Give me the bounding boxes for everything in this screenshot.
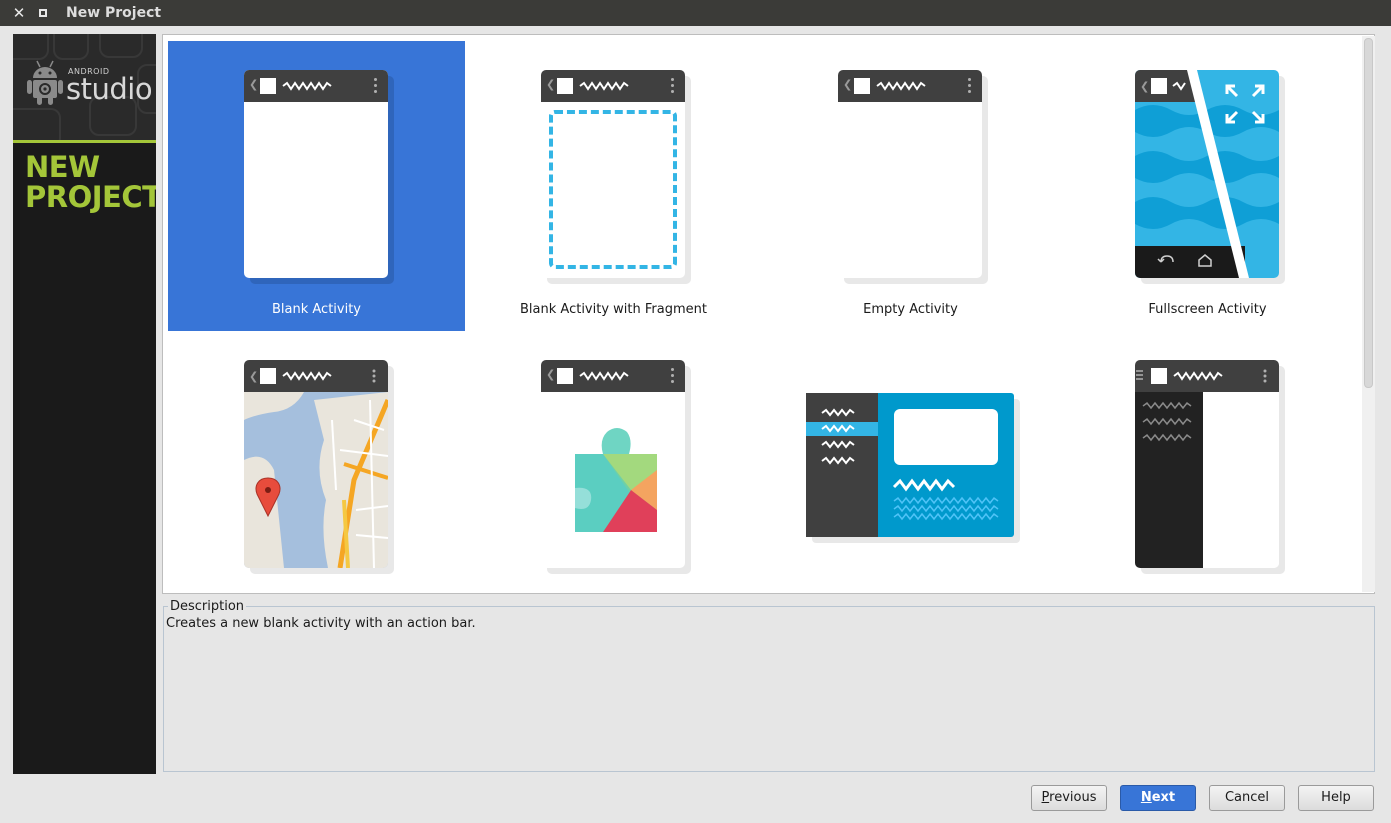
wizard-step-title-line2: PROJECT [25, 180, 156, 214]
back-chevron-icon: ❮ [249, 78, 259, 91]
template-thumbnail [1135, 360, 1285, 574]
map-illustration: ❮ [244, 360, 388, 568]
app-icon [854, 78, 870, 94]
template-thumbnail: ❮ [1135, 70, 1285, 284]
previous-mnemonic: P [1041, 790, 1050, 805]
phone-screen: ❮ [244, 360, 388, 568]
action-bar: ❮ [838, 70, 982, 102]
phone-screen: ❮ [838, 70, 982, 278]
template-tile-play-services[interactable]: ❮ [465, 331, 762, 593]
fullscreen-waves-illustration: ❮ [1135, 70, 1279, 278]
scrollbar-thumb[interactable] [1364, 38, 1373, 388]
template-label: Blank Activity with Fragment [520, 302, 707, 317]
banner-pattern [99, 34, 143, 58]
banner-pattern [13, 34, 49, 60]
phone-screen [1135, 360, 1279, 568]
action-bar: ❮ [244, 70, 388, 102]
window-titlebar: ✕ New Project [0, 0, 1391, 26]
gallery-scrollbar[interactable] [1362, 36, 1375, 592]
overflow-menu-icon [374, 78, 377, 94]
back-chevron-icon: ❮ [843, 78, 853, 91]
wizard-step-title-line1: NEW [25, 150, 100, 184]
template-thumbnail: ❮ [541, 70, 691, 284]
template-tile-fullscreen-activity[interactable]: ❮ Fullscreen Activity [1059, 41, 1356, 331]
template-thumbnail: ❮ [838, 70, 988, 284]
navigation-drawer-illustration [1135, 360, 1279, 568]
android-robot-icon [27, 60, 63, 105]
template-thumbnail: ❮ [244, 70, 394, 284]
svg-text:❮: ❮ [1140, 80, 1149, 93]
template-thumbnail: ❮ [541, 360, 691, 574]
previous-label: revious [1049, 790, 1097, 805]
cancel-button[interactable]: Cancel [1209, 785, 1285, 811]
banner-accent-line [13, 140, 156, 143]
next-label: ext [1151, 790, 1176, 805]
description-title: Description [168, 599, 247, 614]
template-tile-master-detail[interactable] [762, 331, 1059, 593]
close-icon[interactable]: ✕ [8, 2, 30, 24]
overflow-menu-icon [968, 78, 971, 94]
overflow-menu-icon [671, 78, 674, 94]
play-services-puzzle-icon [575, 428, 657, 532]
template-tile-navigation-drawer[interactable] [1059, 331, 1356, 593]
app-icon [260, 78, 276, 94]
template-tile-blank-activity-fragment[interactable]: ❮ Blank Activity with Fragment [465, 41, 762, 331]
next-button[interactable]: Next [1120, 785, 1196, 811]
description-panel: Description Creates a new blank activity… [163, 599, 1375, 772]
phone-screen: ❮ [1135, 70, 1279, 278]
maximize-icon[interactable] [32, 2, 54, 24]
action-bar: ❮ [541, 70, 685, 102]
app-icon [557, 78, 573, 94]
master-detail-illustration [806, 393, 1014, 537]
phone-screen: ❮ [541, 360, 685, 568]
banner-pattern [13, 108, 61, 140]
template-label: Fullscreen Activity [1148, 302, 1267, 317]
next-mnemonic: N [1140, 790, 1152, 805]
title-squiggle-icon [876, 81, 926, 91]
help-button[interactable]: Help [1298, 785, 1374, 811]
title-squiggle-icon [282, 81, 332, 91]
svg-text:❮: ❮ [249, 370, 258, 383]
phone-screen: ❮ [244, 70, 388, 278]
wizard-sidebar: ANDROID studio NEW PROJECT [13, 34, 156, 774]
description-text: Creates a new blank activity with an act… [166, 616, 476, 631]
previous-button[interactable]: Previous [1031, 785, 1107, 811]
template-tile-maps[interactable]: ❮ [168, 331, 465, 593]
template-thumbnail: ❮ [244, 360, 394, 574]
template-tile-empty-activity[interactable]: ❮ Empty Activity [762, 41, 1059, 331]
phone-screen: ❮ [541, 70, 685, 278]
template-tile-blank-activity[interactable]: ❮ Blank Activity [168, 41, 465, 331]
activity-template-gallery: ❮ Blank Activity ❮ Blank Activity with F… [162, 34, 1375, 594]
fragment-placeholder [549, 110, 677, 269]
window-title: New Project [66, 5, 162, 21]
brand-studio-text: studio [66, 72, 153, 106]
wizard-step-title: NEW PROJECT [25, 152, 156, 212]
android-studio-banner: ANDROID studio [13, 34, 156, 140]
title-squiggle-icon [579, 81, 629, 91]
back-chevron-icon: ❮ [546, 78, 556, 91]
maximize-square [39, 9, 47, 17]
template-label: Blank Activity [271, 302, 361, 317]
template-label: Empty Activity [863, 302, 958, 317]
template-thumbnail [806, 393, 1020, 543]
banner-pattern [53, 34, 89, 60]
